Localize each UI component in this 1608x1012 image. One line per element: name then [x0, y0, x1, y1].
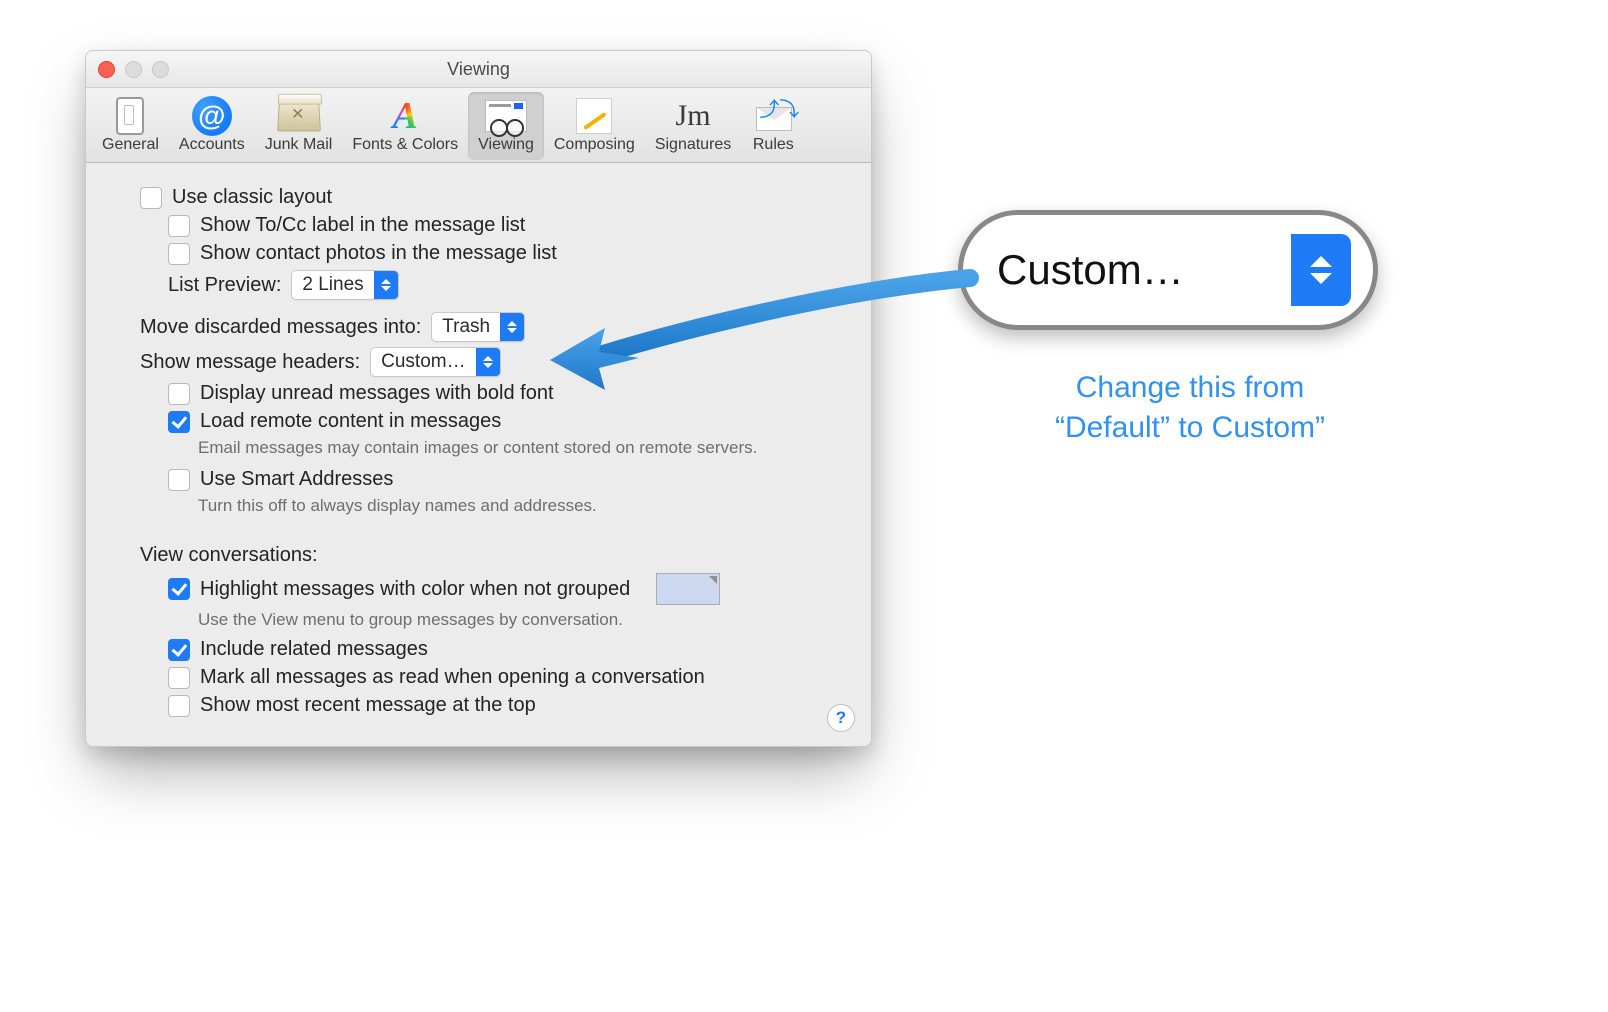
- checkbox-highlight-color[interactable]: [168, 578, 190, 600]
- window-controls: [98, 61, 169, 78]
- chevron-up-down-icon: [374, 271, 398, 299]
- row-list-preview: List Preview: 2 Lines: [118, 270, 839, 300]
- row-display-unread-bold: Display unread messages with bold font: [118, 382, 839, 405]
- row-include-related: Include related messages: [118, 638, 839, 661]
- label-list-preview: List Preview:: [168, 274, 281, 297]
- hint-use-smart-addresses: Turn this off to always display names an…: [198, 496, 839, 516]
- label-show-message-headers: Show message headers:: [140, 351, 360, 374]
- callout-zoom-popup: Custom…: [958, 210, 1378, 330]
- chevron-up-down-icon: [500, 313, 524, 341]
- tab-label: Composing: [554, 136, 635, 154]
- tab-label: Fonts & Colors: [352, 136, 458, 154]
- tab-general[interactable]: General: [92, 92, 169, 160]
- checkbox-load-remote[interactable]: [168, 411, 190, 433]
- preferences-body: Use classic layout Show To/Cc label in t…: [86, 163, 871, 746]
- hint-load-remote: Email messages may contain images or con…: [198, 438, 839, 458]
- rules-icon: ⤴︎⤵︎: [751, 96, 795, 136]
- tab-fonts-colors[interactable]: A Fonts & Colors: [342, 92, 468, 160]
- minimize-window-button[interactable]: [125, 61, 142, 78]
- label-view-conversations: View conversations:: [140, 544, 318, 567]
- tab-label: Rules: [753, 136, 794, 154]
- row-highlight-color: Highlight messages with color when not g…: [118, 573, 839, 605]
- tab-composing[interactable]: Composing: [544, 92, 645, 160]
- annotation-line1: Change this from: [980, 368, 1400, 408]
- checkbox-include-related[interactable]: [168, 639, 190, 661]
- preferences-toolbar: General @ Accounts Junk Mail A Fonts & C…: [86, 88, 871, 163]
- checkbox-use-classic-layout[interactable]: [140, 187, 162, 209]
- viewing-icon: [484, 96, 528, 136]
- signatures-icon: Jm: [671, 96, 715, 136]
- popup-show-message-headers[interactable]: Custom…: [370, 347, 500, 377]
- checkbox-show-to-cc[interactable]: [168, 215, 190, 237]
- tab-signatures[interactable]: Jm Signatures: [645, 92, 742, 160]
- section-view-conversations: View conversations:: [118, 544, 839, 567]
- zoom-window-button[interactable]: [152, 61, 169, 78]
- tab-accounts[interactable]: @ Accounts: [169, 92, 255, 160]
- popup-value: 2 Lines: [292, 274, 373, 296]
- popup-list-preview[interactable]: 2 Lines: [291, 270, 398, 300]
- label-load-remote: Load remote content in messages: [200, 410, 501, 433]
- row-show-contact-photos: Show contact photos in the message list: [118, 242, 839, 265]
- label-display-unread-bold: Display unread messages with bold font: [200, 382, 554, 405]
- tab-label: Accounts: [179, 136, 245, 154]
- close-window-button[interactable]: [98, 61, 115, 78]
- tab-label: Junk Mail: [265, 136, 333, 154]
- checkbox-mark-all-read[interactable]: [168, 667, 190, 689]
- label-move-discarded: Move discarded messages into:: [140, 316, 421, 339]
- callout-value: Custom…: [997, 246, 1291, 294]
- chevron-up-down-icon: [1291, 234, 1351, 306]
- checkbox-display-unread-bold[interactable]: [168, 383, 190, 405]
- checkbox-show-recent-top[interactable]: [168, 695, 190, 717]
- popup-value: Trash: [432, 316, 500, 338]
- window-title: Viewing: [447, 59, 510, 79]
- row-mark-all-read: Mark all messages as read when opening a…: [118, 666, 839, 689]
- label-highlight-color: Highlight messages with color when not g…: [200, 578, 630, 601]
- chevron-up-down-icon: [476, 348, 500, 376]
- tab-label: Signatures: [655, 136, 732, 154]
- label-include-related: Include related messages: [200, 638, 428, 661]
- checkbox-show-contact-photos[interactable]: [168, 243, 190, 265]
- popup-value: Custom…: [371, 351, 475, 373]
- tab-viewing[interactable]: Viewing: [468, 92, 544, 160]
- annotation-text: Change this from “Default” to Custom”: [980, 368, 1400, 448]
- general-icon: [108, 96, 152, 136]
- tab-rules[interactable]: ⤴︎⤵︎ Rules: [741, 92, 805, 160]
- mail-preferences-window: Viewing General @ Accounts Junk Mail A F…: [85, 50, 872, 747]
- row-use-smart-addresses: Use Smart Addresses: [118, 468, 839, 491]
- tab-junk-mail[interactable]: Junk Mail: [255, 92, 343, 160]
- tab-label: Viewing: [478, 136, 534, 154]
- color-well-highlight[interactable]: [656, 573, 720, 605]
- annotation-line2: “Default” to Custom”: [980, 408, 1400, 448]
- label-show-contact-photos: Show contact photos in the message list: [200, 242, 557, 265]
- window-titlebar: Viewing: [86, 51, 871, 88]
- popup-move-discarded[interactable]: Trash: [431, 312, 525, 342]
- checkbox-use-smart-addresses[interactable]: [168, 469, 190, 491]
- junk-mail-icon: [277, 96, 321, 136]
- composing-icon: [572, 96, 616, 136]
- label-show-recent-top: Show most recent message at the top: [200, 694, 536, 717]
- row-use-classic-layout: Use classic layout: [118, 186, 839, 209]
- tab-label: General: [102, 136, 159, 154]
- row-show-to-cc: Show To/Cc label in the message list: [118, 214, 839, 237]
- label-show-to-cc: Show To/Cc label in the message list: [200, 214, 525, 237]
- label-use-smart-addresses: Use Smart Addresses: [200, 468, 393, 491]
- row-show-recent-top: Show most recent message at the top: [118, 694, 839, 717]
- hint-highlight-color: Use the View menu to group messages by c…: [198, 610, 839, 630]
- fonts-colors-icon: A: [383, 96, 427, 136]
- accounts-icon: @: [190, 96, 234, 136]
- row-load-remote: Load remote content in messages: [118, 410, 839, 433]
- label-mark-all-read: Mark all messages as read when opening a…: [200, 666, 705, 689]
- row-show-message-headers: Show message headers: Custom…: [118, 347, 839, 377]
- row-move-discarded: Move discarded messages into: Trash: [118, 312, 839, 342]
- label-use-classic-layout: Use classic layout: [172, 186, 332, 209]
- help-button[interactable]: ?: [827, 704, 855, 732]
